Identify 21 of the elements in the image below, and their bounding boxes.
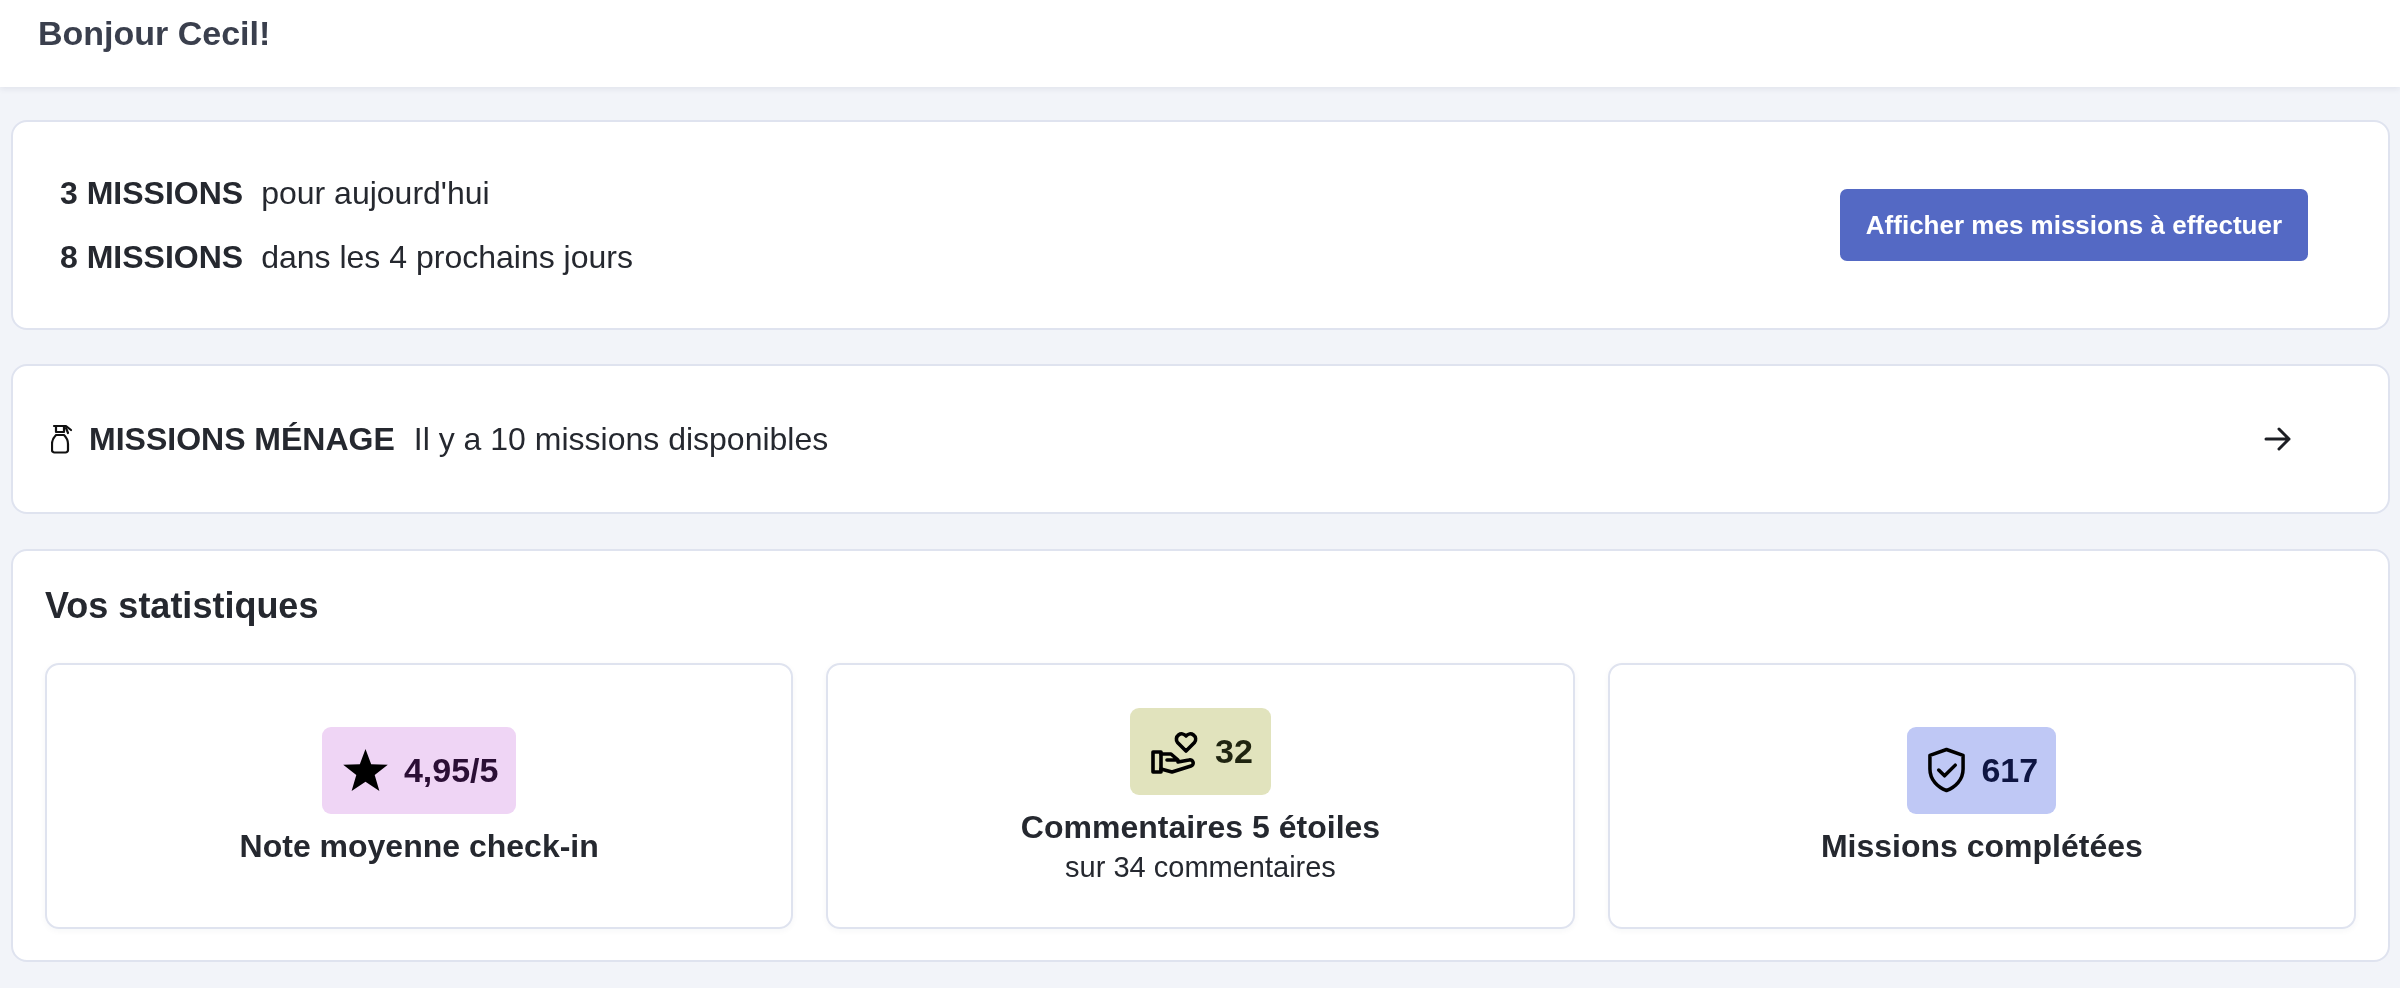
mission-count: 8 MISSIONS xyxy=(60,238,244,277)
category-card[interactable]: MISSIONS MÉNAGE Il y a 10 missions disponibles xyxy=(11,364,2390,514)
stat-value: 617 xyxy=(1981,750,2039,790)
stat-label: Note moyenne check-in xyxy=(239,826,599,866)
stat-sublabel: sur 34 commentaires xyxy=(1065,849,1336,885)
section-title: Vos statistiques xyxy=(45,584,319,628)
mission-period: dans les 4 prochains jours xyxy=(261,238,633,277)
stat-label: Commentaires 5 étoiles xyxy=(1020,807,1381,847)
show-missions-button[interactable]: Afficher mes missions à effectuer xyxy=(1839,189,2308,261)
stat-value: 4,95/5 xyxy=(403,750,499,790)
stat-value: 32 xyxy=(1215,731,1253,771)
page-title: Bonjour Cecil! xyxy=(38,13,271,54)
stat-label: Missions complétées xyxy=(1820,826,2143,866)
mission-period: pour aujourd'hui xyxy=(261,174,490,213)
arrow-right-icon xyxy=(2264,427,2291,451)
mission-count: 3 MISSIONS xyxy=(60,174,244,213)
category-title: MISSIONS MÉNAGE xyxy=(89,420,395,459)
spray-bottle-icon xyxy=(51,424,73,454)
star-icon xyxy=(341,747,389,793)
shield-check-icon xyxy=(1927,747,1967,793)
category-description: Il y a 10 missions disponibles xyxy=(413,420,829,459)
